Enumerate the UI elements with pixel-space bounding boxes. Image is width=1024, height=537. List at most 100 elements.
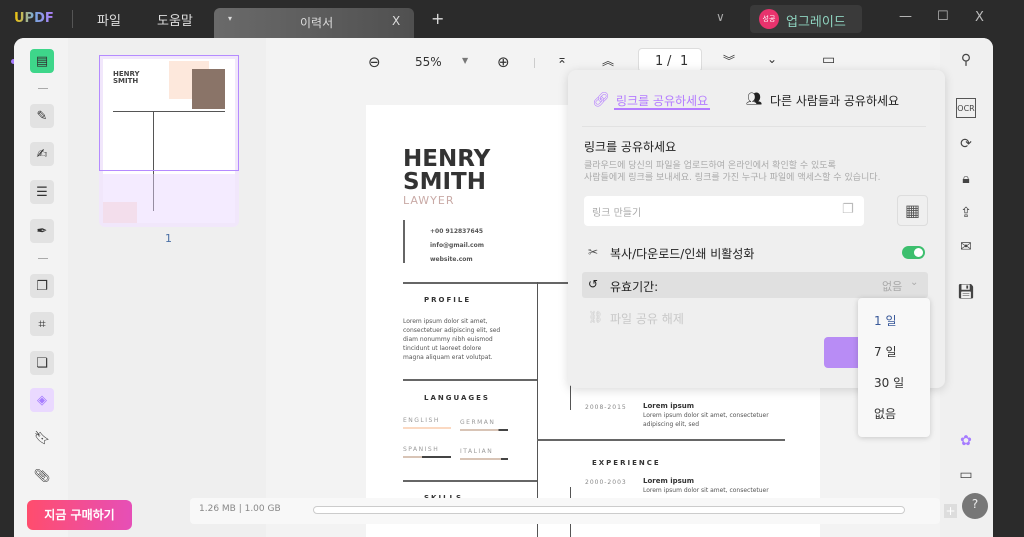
- divider: [72, 10, 73, 28]
- form-icon[interactable]: ☰: [30, 180, 54, 204]
- resume-phone: +00 912837645: [430, 228, 484, 235]
- expiry-option[interactable]: 없음: [858, 399, 930, 430]
- languages-heading: LANGUAGES: [424, 394, 490, 402]
- history-icon: ↺: [588, 277, 599, 291]
- tab-title: 이력서: [300, 16, 334, 30]
- experience-heading: EXPERIENCE: [592, 459, 661, 467]
- expiry-value: 없음: [882, 280, 903, 293]
- zoom-in-icon[interactable]: ⊕: [497, 53, 510, 71]
- organize-pages-icon[interactable]: ❐: [30, 274, 54, 298]
- document-tab[interactable]: ▾ 이력서 X: [214, 8, 414, 38]
- bookmark-icon[interactable]: 🔖︎: [30, 426, 54, 450]
- upgrade-label: 업그레이드: [786, 15, 846, 30]
- storage-progress-bar: [313, 506, 905, 514]
- entry-years: 2000-2003: [585, 479, 627, 486]
- language-german: GERMAN: [460, 419, 496, 426]
- expiry-label: 유효기간:: [610, 280, 659, 294]
- zoom-level[interactable]: 55%: [415, 55, 442, 69]
- maximize-button[interactable]: ☐: [937, 9, 949, 24]
- presentation-icon[interactable]: ▭: [822, 52, 835, 68]
- main-window: ▤ ✎ ✍ ☰ ✒ ❐ ⌗ ❏ ◈ 🔖︎ 📎︎ HENRY SMITH 1 ⊖ …: [14, 38, 993, 537]
- tabs-overflow-icon[interactable]: ∨: [716, 10, 725, 24]
- title-bar: UPDF 파일 도움말 ▾ 이력서 X + ∨ 성공 업그레이드 — ☐ X: [0, 0, 1024, 38]
- attachment-icon[interactable]: 📎︎: [30, 464, 54, 488]
- entry-title: Lorem ipsum: [643, 402, 695, 410]
- thumbnail-panel: HENRY SMITH 1: [68, 38, 266, 537]
- tab-dropdown-icon[interactable]: ▾: [228, 14, 232, 23]
- people-icon: 👥︎: [746, 92, 763, 107]
- qr-code-button[interactable]: ▦: [897, 195, 928, 226]
- convert-icon[interactable]: ⟳: [956, 134, 976, 154]
- status-bar: 1.26 MB | 1.00 GB: [190, 498, 940, 524]
- layers-icon[interactable]: ◈: [30, 388, 54, 412]
- help-button[interactable]: ?: [962, 493, 988, 519]
- save-icon[interactable]: 💾︎: [956, 282, 976, 302]
- tab-share-people[interactable]: 다른 사람들과 공유하세요: [770, 92, 899, 109]
- search-icon[interactable]: ⚲: [956, 50, 976, 70]
- resume-first-name: HENRY: [403, 146, 491, 172]
- copy-icon[interactable]: ❐: [842, 202, 854, 217]
- upgrade-button[interactable]: 성공 업그레이드: [750, 5, 862, 33]
- sign-icon[interactable]: ✒: [30, 219, 54, 243]
- divider: [582, 126, 926, 127]
- add-icon[interactable]: +: [944, 504, 957, 518]
- storage-usage: 1.26 MB | 1.00 GB: [199, 504, 281, 514]
- page-input[interactable]: 1 / 1: [638, 48, 702, 72]
- menu-file[interactable]: 파일: [97, 10, 121, 29]
- zoom-dropdown-icon[interactable]: ▼: [462, 56, 468, 65]
- ai-assistant-icon[interactable]: ✿: [956, 431, 976, 451]
- divider: [403, 220, 405, 263]
- disable-copy-toggle[interactable]: [902, 246, 925, 259]
- edit-pdf-icon[interactable]: ✍: [30, 142, 54, 166]
- email-icon[interactable]: ✉: [956, 237, 976, 257]
- chevron-down-icon: ⌄: [910, 277, 919, 288]
- share-icon[interactable]: ⇪: [956, 203, 976, 223]
- reader-icon[interactable]: ▤: [30, 49, 54, 73]
- link-input[interactable]: 링크 만들기 ❐: [584, 196, 864, 226]
- first-page-icon[interactable]: ⌅: [557, 52, 567, 66]
- divider: [403, 480, 537, 482]
- buy-now-button[interactable]: 지금 구매하기: [27, 500, 132, 530]
- expiry-option[interactable]: 1 일: [858, 306, 930, 337]
- expiry-select[interactable]: ↺ 유효기간: 없음 ⌄: [582, 272, 928, 298]
- new-tab-button[interactable]: +: [431, 9, 444, 28]
- unshare-button[interactable]: 파일 공유 해제: [610, 310, 684, 327]
- no-copy-icon: ✂: [588, 245, 599, 259]
- updf-logo: UPDF: [14, 11, 54, 26]
- crop-icon[interactable]: ⌗: [30, 312, 54, 336]
- link-icon: 🔗︎: [592, 92, 610, 108]
- divider: [38, 258, 48, 259]
- entry-years: 2008-2015: [585, 404, 627, 411]
- link-placeholder: 링크 만들기: [592, 208, 642, 219]
- entry-text: Lorem ipsum dolor sit amet, consectetuer…: [643, 412, 769, 428]
- entry-title: Lorem ipsum: [643, 477, 695, 485]
- profile-heading: PROFILE: [424, 296, 472, 304]
- page-thumbnail[interactable]: HENRY SMITH: [99, 55, 239, 227]
- highlighter-icon[interactable]: ✎: [30, 104, 54, 128]
- prev-page-icon[interactable]: ︽: [602, 52, 614, 69]
- left-toolbar: ▤ ✎ ✍ ☰ ✒ ❐ ⌗ ❏ ◈ 🔖︎ 📎︎: [14, 38, 68, 537]
- expiry-dropdown: 1 일 7 일 30 일 없음: [858, 298, 930, 437]
- watermark-icon[interactable]: ❏: [30, 351, 54, 375]
- expiry-option[interactable]: 7 일: [858, 337, 930, 368]
- tab-share-link[interactable]: 링크를 공유하세요: [616, 92, 708, 109]
- divider: [403, 379, 537, 381]
- divider: [534, 58, 535, 68]
- share-heading: 링크를 공유하세요: [584, 140, 677, 154]
- comment-icon[interactable]: ▭: [956, 465, 976, 485]
- menu-help[interactable]: 도움말: [157, 10, 193, 29]
- protect-icon[interactable]: 🔒︎: [956, 169, 976, 189]
- minimize-button[interactable]: —: [899, 9, 912, 24]
- zoom-out-icon[interactable]: ⊖: [368, 53, 381, 71]
- language-spanish: SPANISH: [403, 446, 440, 453]
- resume-email: info@gmail.com: [430, 242, 484, 249]
- tab-close-icon[interactable]: X: [392, 14, 400, 28]
- next-page-icon[interactable]: ︾: [723, 52, 735, 69]
- divider: [537, 439, 785, 441]
- last-page-icon[interactable]: ⌄: [767, 52, 777, 66]
- entry-text: Lorem ipsum dolor sit amet, consectetuer: [643, 487, 769, 494]
- thumbnail-page-number: 1: [165, 232, 172, 245]
- expiry-option[interactable]: 30 일: [858, 368, 930, 399]
- ocr-icon[interactable]: OCR: [956, 98, 976, 118]
- close-window-button[interactable]: X: [975, 10, 984, 25]
